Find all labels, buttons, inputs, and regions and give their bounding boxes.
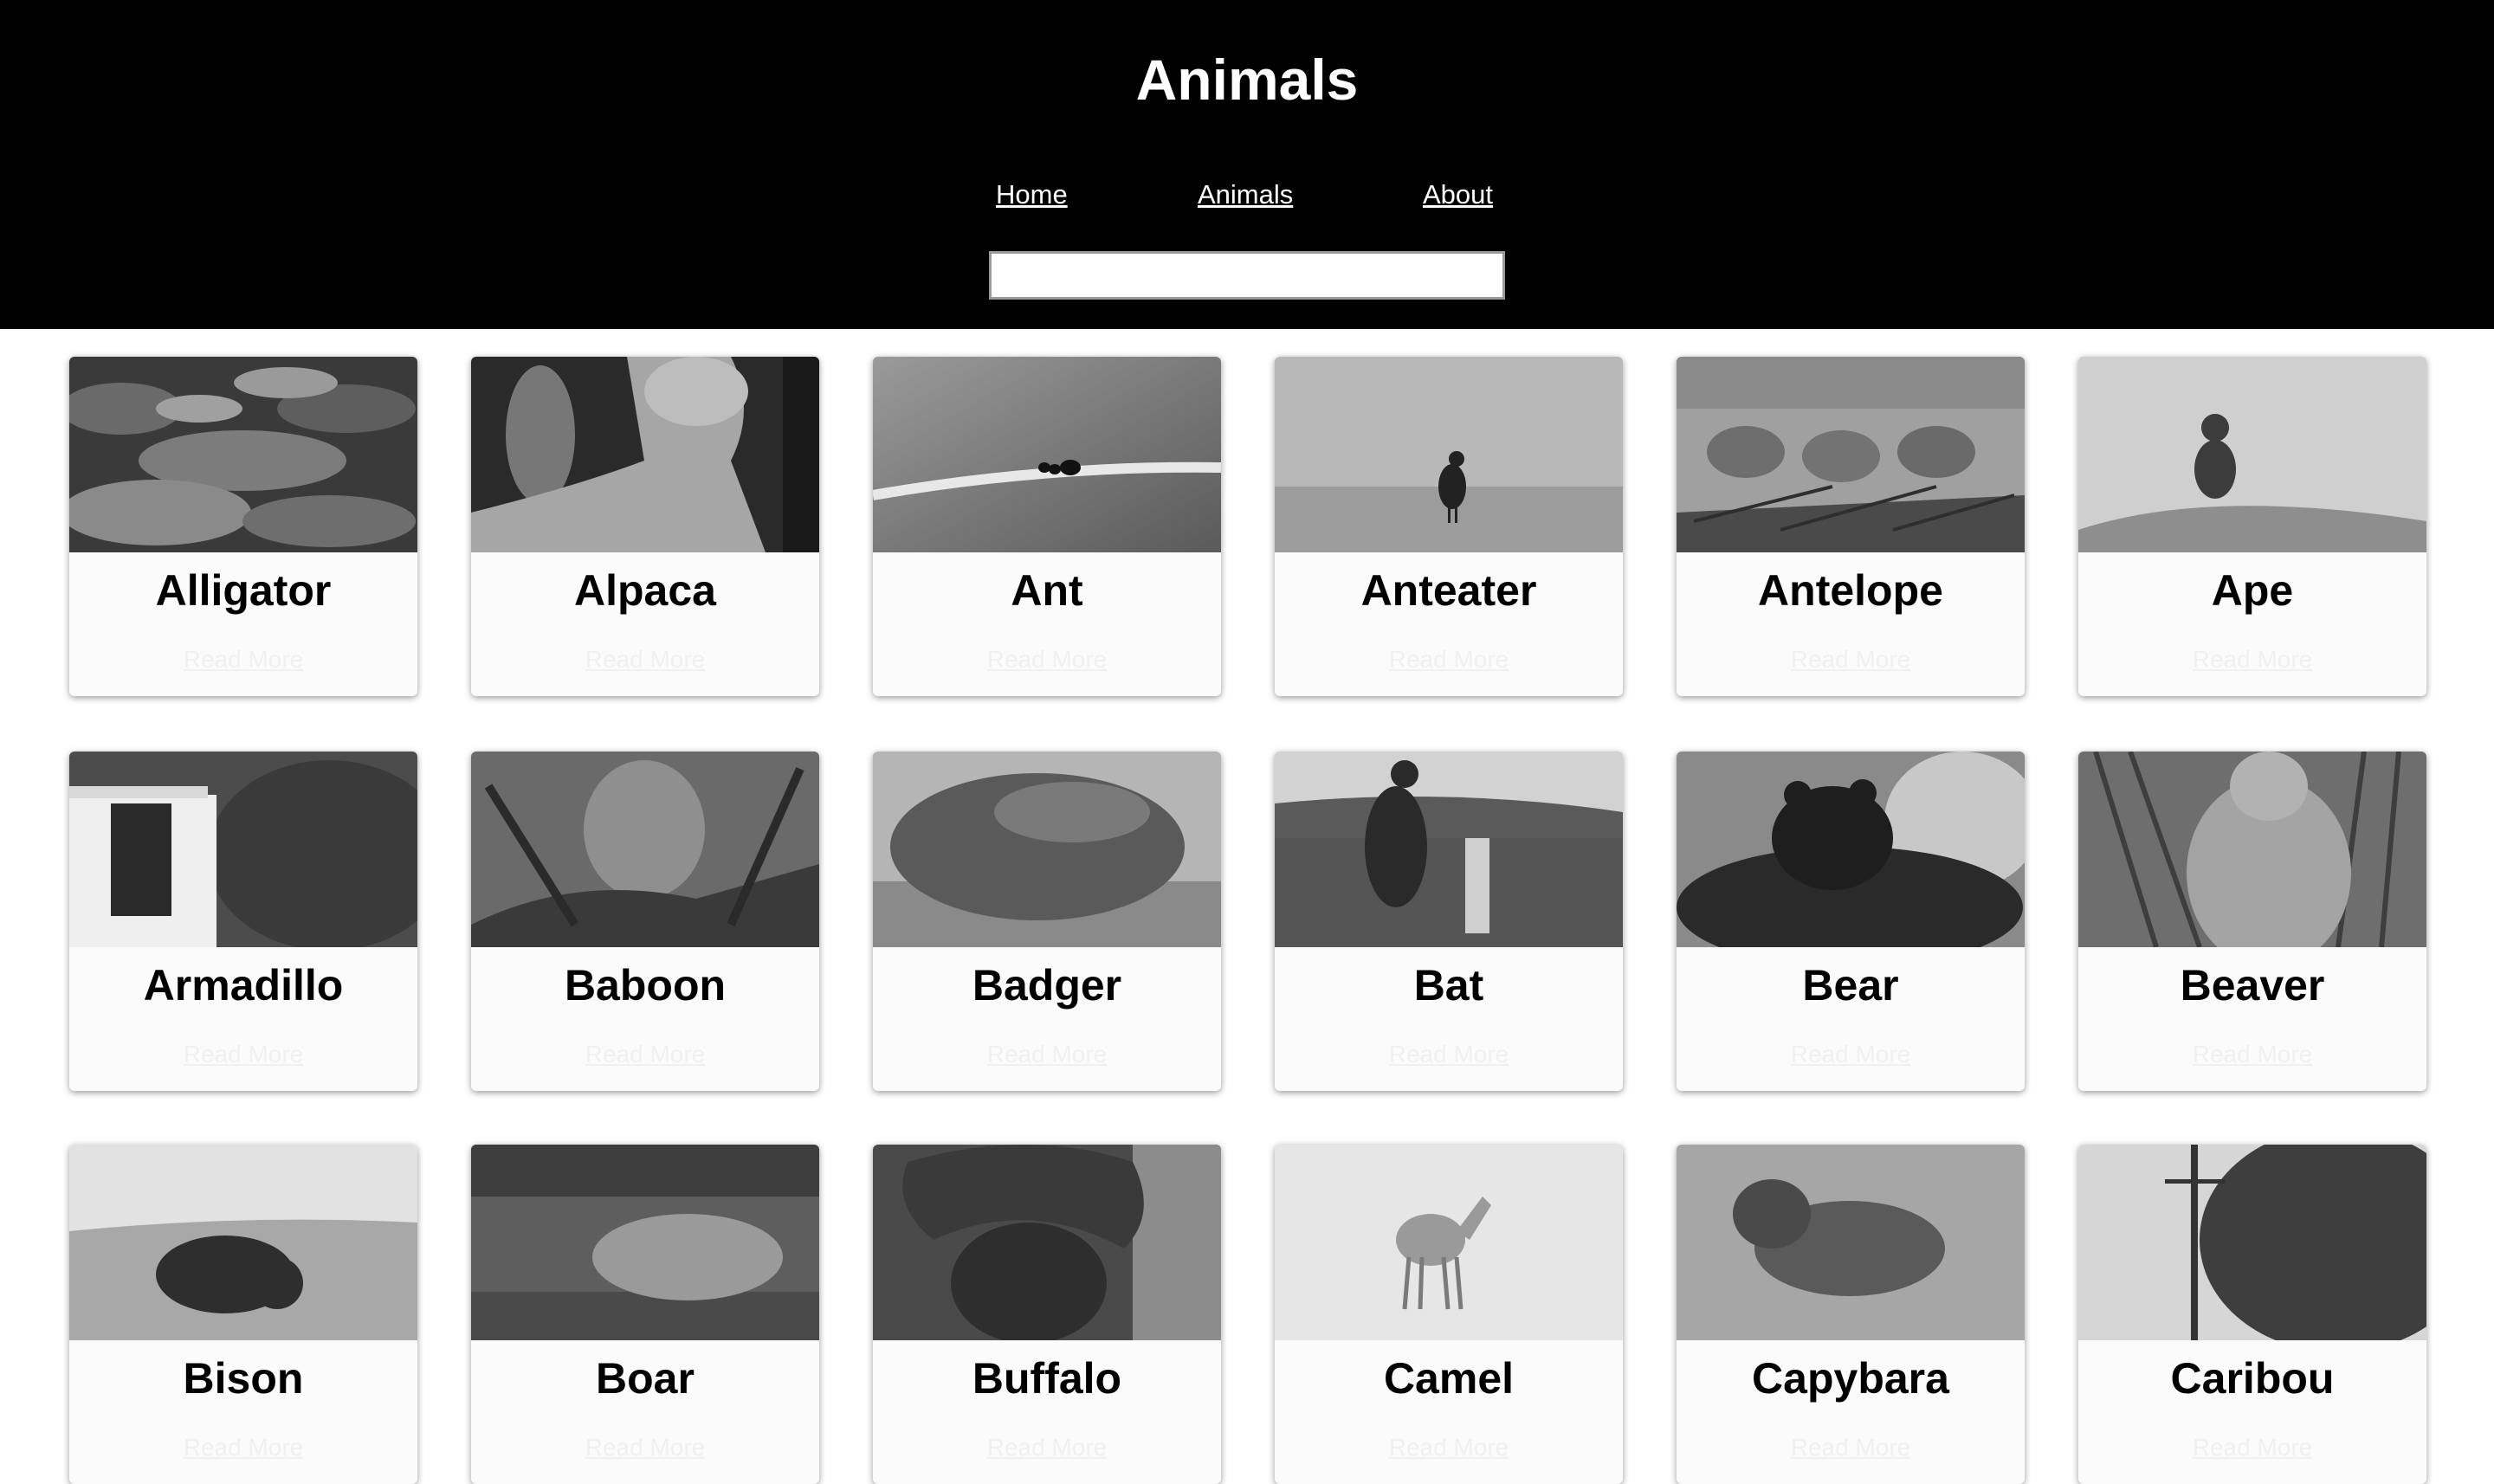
card-title: Beaver — [2180, 961, 2325, 1010]
card-title: Ape — [2211, 566, 2294, 615]
animal-card-bat[interactable]: Bat Read More — [1275, 752, 1623, 1091]
card-title: Bear — [1802, 961, 1899, 1010]
read-more-link[interactable]: Read More — [1677, 1037, 2025, 1072]
read-more-link[interactable]: Read More — [2078, 642, 2426, 677]
animal-card-boar[interactable]: Boar Read More — [471, 1145, 819, 1484]
card-title: Capybara — [1752, 1354, 1949, 1403]
card-title: Camel — [1383, 1354, 1515, 1403]
animal-card-alpaca[interactable]: Alpaca Read More — [471, 357, 819, 696]
card-title: Baboon — [564, 961, 727, 1010]
read-more-link[interactable]: Read More — [873, 1430, 1221, 1465]
read-more-link[interactable]: Read More — [471, 1430, 819, 1465]
animal-card-beaver[interactable]: Beaver Read More — [2078, 752, 2426, 1091]
read-more-link[interactable]: Read More — [471, 1037, 819, 1072]
card-title: Bison — [183, 1354, 304, 1403]
read-more-link[interactable]: Read More — [1677, 1430, 2025, 1465]
nav-link-home[interactable]: Home — [996, 173, 1068, 216]
card-title: Buffalo — [972, 1354, 1122, 1403]
armadillo-photo — [69, 752, 417, 947]
animal-card-caribou[interactable]: Caribou Read More — [2078, 1145, 2426, 1484]
card-title: Antelope — [1758, 566, 1943, 615]
card-title: Armadillo — [143, 961, 344, 1010]
animal-card-bison[interactable]: Bison Read More — [69, 1145, 417, 1484]
alligator-photo — [69, 357, 417, 552]
card-title: Caribou — [2170, 1354, 2335, 1403]
animal-card-badger[interactable]: Badger Read More — [873, 752, 1221, 1091]
beaver-photo — [2078, 752, 2426, 947]
card-title: Bat — [1413, 961, 1484, 1010]
card-title: Alpaca — [574, 566, 716, 615]
animal-card-baboon[interactable]: Baboon Read More — [471, 752, 819, 1091]
site-header: Animals Home Animals About — [0, 0, 2494, 329]
animal-card-ape[interactable]: Ape Read More — [2078, 357, 2426, 696]
card-title: Alligator — [155, 566, 332, 615]
read-more-link[interactable]: Read More — [873, 1037, 1221, 1072]
animal-card-anteater[interactable]: Anteater Read More — [1275, 357, 1623, 696]
animal-card-bear[interactable]: Bear Read More — [1677, 752, 2025, 1091]
read-more-link[interactable]: Read More — [2078, 1037, 2426, 1072]
animal-card-armadillo[interactable]: Armadillo Read More — [69, 752, 417, 1091]
read-more-link[interactable]: Read More — [1275, 1430, 1623, 1465]
page-title: Animals — [1135, 48, 1359, 112]
animal-card-antelope[interactable]: Antelope Read More — [1677, 357, 2025, 696]
animal-grid: Alligator Read More Alpaca Read More Ant… — [0, 329, 2494, 1484]
read-more-link[interactable]: Read More — [1275, 642, 1623, 677]
capybara-photo — [1677, 1145, 2025, 1340]
card-title: Ant — [1011, 566, 1083, 615]
ape-photo — [2078, 357, 2426, 552]
boar-photo — [471, 1145, 819, 1340]
buffalo-photo — [873, 1145, 1221, 1340]
alpaca-photo — [471, 357, 819, 552]
nav-link-animals[interactable]: Animals — [1198, 173, 1293, 216]
read-more-link[interactable]: Read More — [471, 642, 819, 677]
ant-photo — [873, 357, 1221, 552]
nav-link-about[interactable]: About — [1423, 173, 1493, 216]
animal-card-buffalo[interactable]: Buffalo Read More — [873, 1145, 1221, 1484]
read-more-link[interactable]: Read More — [873, 642, 1221, 677]
read-more-link[interactable]: Read More — [69, 642, 417, 677]
animal-card-alligator[interactable]: Alligator Read More — [69, 357, 417, 696]
antelope-photo — [1677, 357, 2025, 552]
animal-card-camel[interactable]: Camel Read More — [1275, 1145, 1623, 1484]
read-more-link[interactable]: Read More — [2078, 1430, 2426, 1465]
bear-photo — [1677, 752, 2025, 947]
read-more-link[interactable]: Read More — [69, 1037, 417, 1072]
bison-photo — [69, 1145, 417, 1340]
anteater-photo — [1275, 357, 1623, 552]
bat-photo — [1275, 752, 1623, 947]
read-more-link[interactable]: Read More — [69, 1430, 417, 1465]
animal-card-capybara[interactable]: Capybara Read More — [1677, 1145, 2025, 1484]
badger-photo — [873, 752, 1221, 947]
card-title: Anteater — [1360, 566, 1537, 615]
caribou-photo — [2078, 1145, 2426, 1340]
camel-photo — [1275, 1145, 1623, 1340]
animal-card-ant[interactable]: Ant Read More — [873, 357, 1221, 696]
card-title: Badger — [972, 961, 1122, 1010]
baboon-photo — [471, 752, 819, 947]
search-input[interactable] — [989, 251, 1505, 300]
read-more-link[interactable]: Read More — [1275, 1037, 1623, 1072]
card-title: Boar — [596, 1354, 695, 1403]
read-more-link[interactable]: Read More — [1677, 642, 2025, 677]
